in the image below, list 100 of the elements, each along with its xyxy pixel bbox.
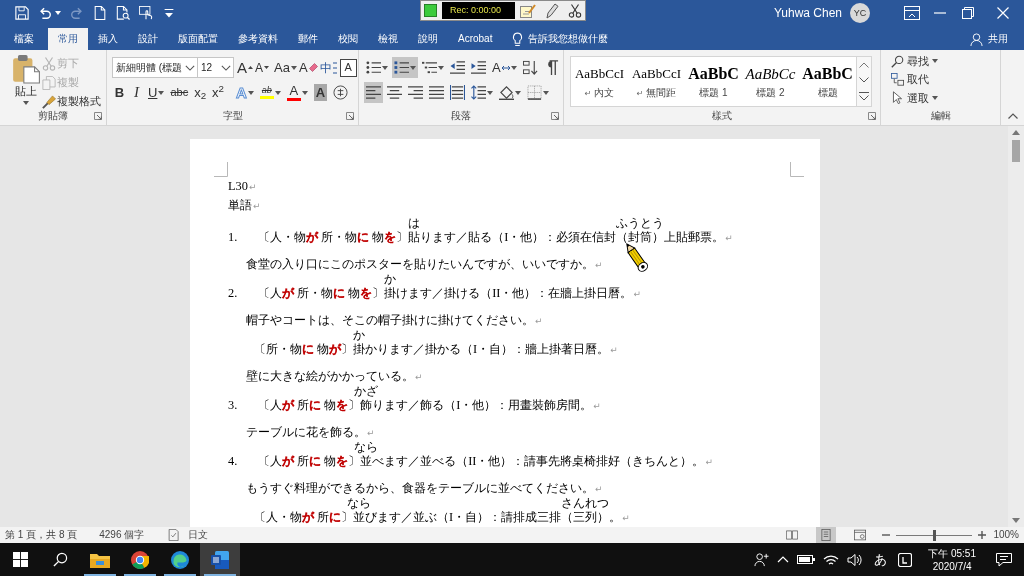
hand-icon[interactable] — [139, 6, 153, 20]
asian-layout-button[interactable]: A — [490, 57, 519, 78]
chevron-down-icon[interactable] — [859, 77, 869, 83]
notification-icon[interactable] — [996, 552, 1012, 567]
dialog-launcher-icon[interactable] — [346, 112, 354, 120]
ribbon-tab[interactable]: 常用 — [48, 28, 88, 50]
user-avatar[interactable]: YC — [850, 3, 870, 23]
enclose-characters-button[interactable] — [331, 82, 351, 103]
style-option[interactable]: AaBbC 標題 — [799, 57, 856, 106]
ribbon-tab[interactable]: 參考資料 — [228, 28, 288, 50]
caret-icon[interactable] — [23, 101, 29, 105]
ribbon-tab[interactable]: 設計 — [128, 28, 168, 50]
caret-icon[interactable] — [55, 11, 61, 15]
ribbon-tab[interactable]: 檔案 — [4, 28, 44, 50]
people-icon[interactable] — [754, 552, 770, 567]
borders-button[interactable] — [525, 82, 551, 103]
style-option[interactable]: AaBbC 標題 1 — [685, 57, 742, 106]
speaker-icon[interactable] — [847, 553, 864, 566]
page-count[interactable]: 第 1 頁，共 8 頁 — [5, 529, 78, 541]
scrollbar-thumb[interactable] — [1012, 140, 1020, 162]
change-case-button[interactable]: Aa — [273, 57, 298, 78]
document-check-icon[interactable] — [168, 529, 181, 541]
list-number: 4. — [228, 454, 239, 469]
plus-icon[interactable] — [978, 531, 987, 539]
font-size-field[interactable]: 12 — [197, 57, 234, 78]
more-styles-icon[interactable] — [859, 92, 869, 102]
taskbar-app[interactable] — [200, 543, 240, 576]
input-method-icon[interactable] — [898, 552, 913, 567]
word-count[interactable]: 4296 個字 — [99, 529, 145, 541]
print-layout-button[interactable] — [816, 527, 837, 543]
share-button[interactable]: 共用 — [964, 28, 1014, 50]
search-icon — [52, 552, 68, 567]
subscript-button[interactable]: x$_{2}$ — [192, 82, 209, 103]
ribbon-tab[interactable]: 檢視 — [368, 28, 408, 50]
italic-button[interactable]: I — [129, 82, 144, 103]
tell-me-field[interactable]: 告訴我您想做什麼 — [508, 28, 613, 50]
minus-icon[interactable] — [882, 534, 891, 536]
line-spacing-button[interactable] — [469, 82, 495, 103]
dialog-launcher-icon[interactable] — [551, 112, 559, 120]
find-button[interactable]: 尋找 — [889, 52, 940, 71]
numbering-button[interactable] — [392, 57, 418, 78]
font-color-button[interactable]: A — [284, 82, 310, 103]
clipboard-icon[interactable] — [11, 54, 41, 84]
scissors-icon[interactable] — [568, 3, 582, 18]
paste-button[interactable]: 貼上 — [11, 84, 41, 99]
restore-icon[interactable] — [962, 7, 974, 19]
example-sentence: もうすぐ料理ができるから、食器をテーブルに並べてください。↵ — [246, 480, 603, 497]
style-option[interactable]: AaBbCcI ↵ 內文 — [571, 57, 628, 106]
clock-time[interactable]: 下午 05:51 — [928, 546, 976, 560]
zoom-level[interactable]: 100% — [993, 529, 1019, 541]
align-left-button[interactable] — [364, 82, 383, 103]
distributed-button[interactable] — [448, 82, 467, 103]
language-indicator[interactable]: 日文 — [188, 529, 209, 541]
underline-button[interactable]: U — [146, 82, 167, 103]
ribbon-display-options-icon[interactable] — [904, 6, 920, 20]
ribbon-tab[interactable]: 說明 — [408, 28, 448, 50]
clear-formatting-button[interactable]: A — [297, 57, 319, 78]
close-icon[interactable] — [997, 7, 1009, 19]
strikethrough-button[interactable]: abc — [168, 82, 191, 103]
character-shading-button[interactable]: A — [311, 82, 330, 103]
style-option[interactable]: AaBbCcI ↵ 無間距 — [628, 57, 685, 106]
battery-icon[interactable] — [797, 555, 816, 564]
scroll-down-icon[interactable] — [1012, 518, 1020, 523]
shrink-font-button[interactable]: A — [254, 57, 271, 78]
blank-page-icon[interactable] — [93, 6, 107, 20]
style-option[interactable]: AaBbCc 標題 2 — [742, 57, 799, 106]
phonetic-guide-button[interactable]: 中 — [318, 57, 338, 78]
replace-button[interactable]: 取代 — [889, 70, 940, 89]
user-name[interactable]: Yuhwa Chen — [773, 5, 842, 21]
dialog-launcher-icon[interactable] — [868, 112, 876, 120]
ribbon-tab[interactable]: 校閱 — [328, 28, 368, 50]
ribbon-tab[interactable]: 插入 — [88, 28, 128, 50]
folder-icon — [90, 551, 110, 568]
clock-date[interactable]: 2020/7/4 — [932, 559, 972, 573]
scroll-up-icon[interactable] — [1012, 130, 1020, 135]
ribbon-tab[interactable]: 版面配置 — [168, 28, 228, 50]
vertical-scrollbar[interactable] — [1008, 126, 1024, 527]
input-mode-indicator[interactable]: あ — [871, 551, 891, 568]
bold-button[interactable]: B — [112, 82, 127, 103]
pen-icon[interactable] — [545, 2, 559, 19]
highlight-button[interactable]: ab — [257, 82, 283, 103]
grow-font-button[interactable]: A — [236, 57, 254, 78]
ribbon-tab[interactable]: Acrobat — [448, 28, 503, 50]
notepad-icon[interactable] — [520, 3, 536, 18]
customize-icon[interactable] — [162, 6, 176, 20]
wifi-icon[interactable] — [823, 553, 840, 566]
collapse-ribbon-icon[interactable] — [1008, 113, 1018, 119]
format-painter-button[interactable]: 複製格式 — [56, 92, 103, 111]
ribbon-tab[interactable]: 郵件 — [288, 28, 328, 50]
zoom-slider-thumb[interactable] — [933, 529, 937, 541]
print-preview-icon[interactable] — [116, 6, 130, 20]
character-border-button[interactable]: A — [339, 58, 357, 77]
superscript-button[interactable]: x$^{2}$ — [210, 82, 226, 103]
font-name-field[interactable]: 新細明體 (標題 — [112, 57, 198, 78]
undo-icon[interactable] — [38, 6, 52, 20]
save-icon[interactable] — [15, 6, 29, 20]
dialog-launcher-icon[interactable] — [94, 112, 102, 120]
select-button[interactable]: 選取 — [889, 88, 940, 107]
round-logo-icon — [131, 550, 149, 569]
paintbrush-icon[interactable] — [42, 94, 56, 109]
